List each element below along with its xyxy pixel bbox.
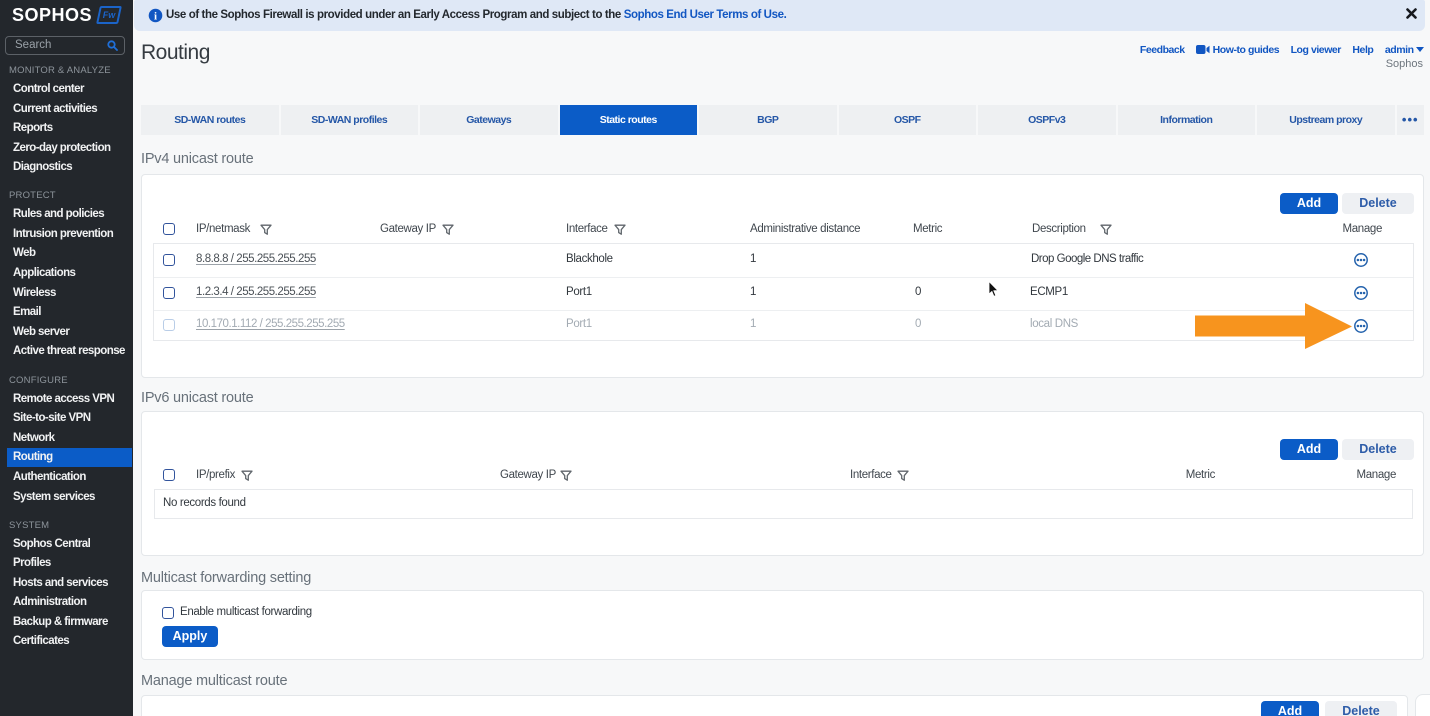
svg-text:i: i xyxy=(154,10,157,22)
